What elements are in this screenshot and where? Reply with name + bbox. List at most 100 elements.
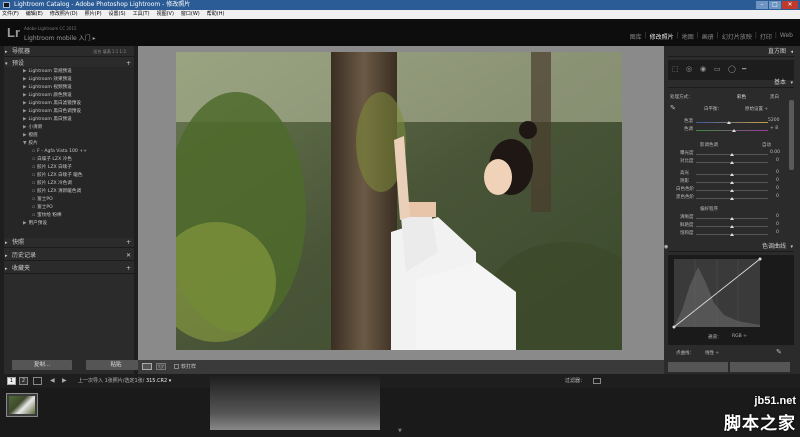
- loupe-view-icon[interactable]: [142, 363, 152, 370]
- preset-group[interactable]: ▶ 橙底: [23, 132, 38, 139]
- preset-item[interactable]: ▫ 蜜纹绘 粉棒: [32, 212, 62, 219]
- contrast-value[interactable]: 0: [776, 158, 779, 163]
- module-library[interactable]: 图库: [627, 32, 645, 41]
- lightroom-mobile-link[interactable]: Lightroom mobile 入门 ▸: [24, 33, 96, 42]
- filmstrip-source-path[interactable]: 上一次导入 1张照片/选定1张/ 315.CR2 ▾: [78, 377, 171, 385]
- preset-group[interactable]: ▶ Lightroom 黑白色调预设: [23, 108, 81, 115]
- blacks-value[interactable]: 0: [776, 194, 779, 199]
- clarity-slider-thumb[interactable]: [730, 217, 734, 220]
- preset-item[interactable]: ▫ 胶片 LZX 清新暖色调: [32, 188, 81, 195]
- reset-button[interactable]: [730, 362, 790, 372]
- highlights-slider-thumb[interactable]: [730, 173, 734, 176]
- preset-group[interactable]: ▶ Lightroom 黑白预设: [23, 116, 72, 123]
- tint-slider[interactable]: [696, 129, 768, 132]
- preset-item[interactable]: ▫ 胶片 LZX 白嗦子 暖色: [32, 172, 83, 179]
- treatment-color[interactable]: 彩色: [737, 94, 746, 100]
- history-header[interactable]: ▸ 历史记录 ✕: [4, 251, 134, 261]
- preset-group-user[interactable]: ▶ 用户预设: [23, 220, 47, 227]
- tint-slider-thumb[interactable]: [732, 129, 737, 132]
- vibrance-slider[interactable]: [696, 225, 768, 228]
- forward-arrow-icon[interactable]: ▶: [62, 377, 67, 384]
- bottom-panel-toggle-icon[interactable]: ▼: [398, 428, 402, 434]
- back-arrow-icon[interactable]: ◀: [50, 377, 55, 384]
- whites-value[interactable]: 0: [776, 186, 779, 191]
- close-button[interactable]: ✕: [782, 1, 798, 9]
- minimize-button[interactable]: –: [756, 1, 768, 9]
- shadows-slider-thumb[interactable]: [730, 181, 734, 184]
- contrast-slider-thumb[interactable]: [730, 161, 734, 164]
- menu-photo[interactable]: 照片(P): [85, 10, 102, 19]
- add-snapshot-icon[interactable]: +: [126, 238, 131, 248]
- preset-item[interactable]: ▫ 富士PO: [32, 204, 53, 211]
- graduated-filter-icon[interactable]: ▭: [714, 66, 721, 73]
- menu-tools[interactable]: 工具(T): [133, 10, 150, 19]
- treatment-bw[interactable]: 黑白: [770, 94, 779, 100]
- highlights-slider[interactable]: [696, 173, 768, 176]
- menu-file[interactable]: 文件(F): [2, 10, 19, 19]
- navigator-zoom-options[interactable]: 适合 填满 1:1 1:2: [93, 47, 126, 57]
- radial-filter-icon[interactable]: ◯: [728, 66, 736, 73]
- preset-group-film[interactable]: ▼ 胶片: [23, 140, 38, 147]
- previous-settings-button[interactable]: [668, 362, 728, 372]
- saturation-slider-thumb[interactable]: [730, 233, 734, 236]
- filmstrip-thumbnail[interactable]: [6, 393, 38, 417]
- wb-eyedropper-icon[interactable]: ✎: [670, 104, 676, 112]
- temp-slider[interactable]: [696, 121, 768, 124]
- paste-settings-button[interactable]: 粘贴: [86, 360, 146, 370]
- navigator-header[interactable]: ▸ 导航器 适合 填满 1:1 1:2: [4, 47, 134, 57]
- preset-group[interactable]: ▶ Lightroom 常规预设: [23, 68, 72, 75]
- maximize-button[interactable]: □: [769, 1, 781, 9]
- clarity-slider[interactable]: [696, 217, 768, 220]
- exposure-value[interactable]: 0.00: [770, 150, 780, 155]
- module-print[interactable]: 打印: [757, 32, 775, 41]
- collections-header[interactable]: ▸ 收藏夹 +: [4, 264, 134, 274]
- preset-group[interactable]: ▶ Lightroom 黑白滤镜预设: [23, 100, 81, 107]
- preset-group[interactable]: ▶ Lightroom 效果预设: [23, 76, 72, 83]
- copy-settings-button[interactable]: 复制...: [12, 360, 72, 370]
- curve-edit-icon[interactable]: ✎: [776, 348, 782, 356]
- preset-item[interactable]: ▫ 胶片 LZX 白嗦子: [32, 164, 72, 171]
- preset-group[interactable]: ▶ Lightroom 视频预设: [23, 84, 72, 91]
- module-slideshow[interactable]: 幻灯片放映: [719, 32, 755, 41]
- filter-toggle[interactable]: [593, 378, 601, 384]
- right-panel-scrollbar[interactable]: [789, 100, 794, 170]
- tint-value[interactable]: + 8: [770, 126, 778, 131]
- exposure-slider[interactable]: [696, 153, 768, 156]
- tone-curve-graph[interactable]: 通道： RGB ÷: [668, 255, 794, 345]
- clear-history-icon[interactable]: ✕: [126, 251, 131, 261]
- crop-tool-icon[interactable]: ⬚: [672, 66, 679, 73]
- shadows-slider[interactable]: [696, 181, 768, 184]
- basic-header[interactable]: 基本 ▾: [668, 78, 794, 88]
- whites-slider[interactable]: [696, 189, 768, 192]
- menu-view[interactable]: 视图(V): [157, 10, 174, 19]
- spot-removal-icon[interactable]: ◎: [686, 66, 692, 73]
- module-develop[interactable]: 修改照片: [647, 32, 677, 41]
- point-curve-dropdown[interactable]: 线性 ÷: [705, 350, 719, 356]
- preset-item[interactable]: ▫ 白噪子 LZX 冷色: [32, 156, 72, 163]
- main-photo[interactable]: [176, 52, 622, 350]
- whites-slider-thumb[interactable]: [730, 189, 734, 192]
- module-book[interactable]: 画册: [699, 32, 717, 41]
- blacks-slider[interactable]: [696, 197, 768, 200]
- grid-view-icon[interactable]: [33, 377, 42, 385]
- temp-slider-thumb[interactable]: [727, 121, 732, 124]
- temp-value[interactable]: 5200: [768, 118, 779, 123]
- exposure-slider-thumb[interactable]: [730, 153, 734, 156]
- preset-item[interactable]: ▫ F - Agfa Vista 100 ++: [32, 148, 87, 155]
- vibrance-slider-thumb[interactable]: [730, 225, 734, 228]
- before-after-view-icon[interactable]: Y|Y: [156, 363, 166, 370]
- window-1-button[interactable]: 1: [7, 377, 16, 385]
- preset-item[interactable]: ▫ 富士PO: [32, 196, 53, 203]
- curve-toggle-icon[interactable]: ◉: [664, 242, 668, 252]
- contrast-slider[interactable]: [696, 161, 768, 164]
- preset-group[interactable]: ▶ 小清新: [23, 124, 42, 131]
- adjustment-brush-icon[interactable]: ━: [742, 66, 746, 73]
- blacks-slider-thumb[interactable]: [730, 197, 734, 200]
- module-map[interactable]: 地图: [679, 32, 697, 41]
- menu-edit[interactable]: 编辑(E): [26, 10, 43, 19]
- module-web[interactable]: Web: [777, 32, 796, 41]
- highlights-value[interactable]: 0: [776, 170, 779, 175]
- clarity-value[interactable]: 0: [776, 214, 779, 219]
- menu-window[interactable]: 窗口(W): [181, 10, 200, 19]
- wb-dropdown[interactable]: 原始设置 ÷: [745, 106, 768, 112]
